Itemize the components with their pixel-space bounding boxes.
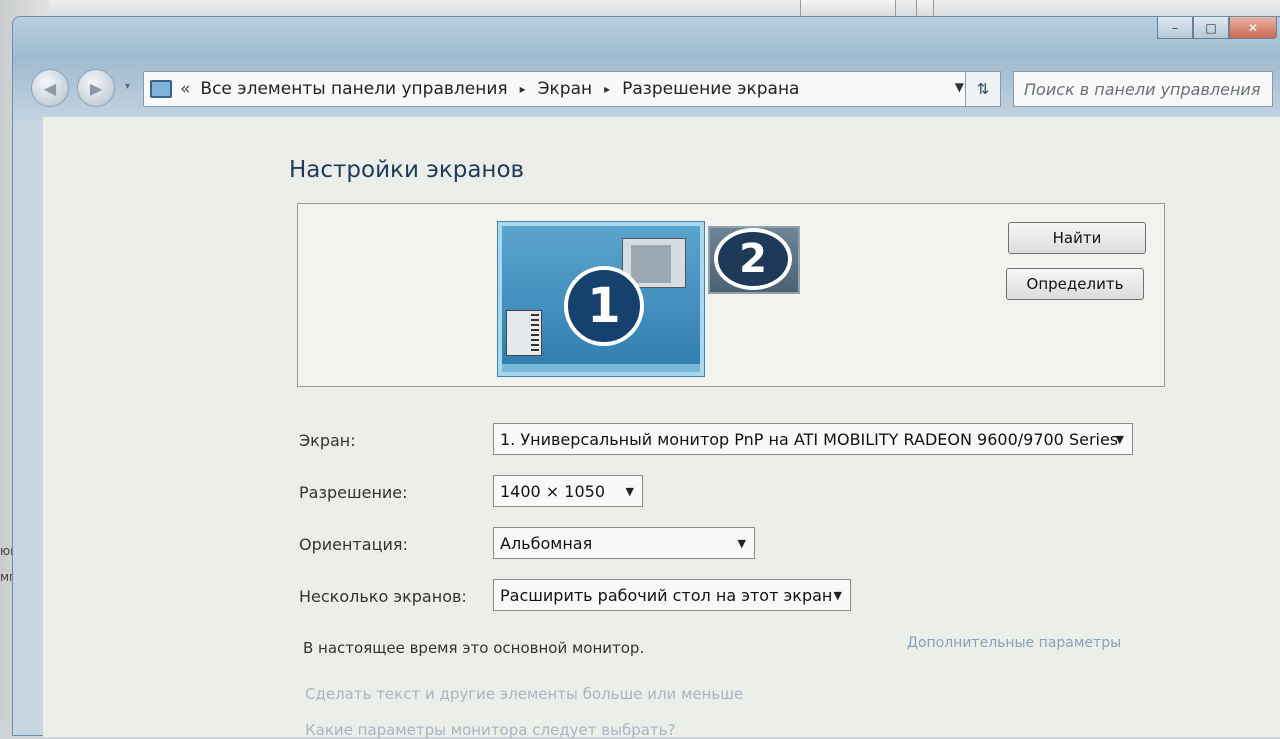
monitor-2[interactable]: 2	[708, 226, 800, 294]
taskbar-thumbnail	[502, 364, 700, 372]
advanced-settings-link[interactable]: Дополнительные параметры	[907, 635, 1121, 651]
close-button[interactable]: ✕	[1229, 17, 1277, 39]
forward-arrow-icon: ▶	[89, 78, 103, 98]
breadcrumb-separator-icon[interactable]: ▸	[604, 82, 610, 96]
minimize-button[interactable]: –	[1157, 17, 1193, 39]
back-arrow-icon: ◀	[43, 78, 57, 98]
address-bar[interactable]: « Все элементы панели управления ▸ Экран…	[143, 71, 971, 107]
screen-select[interactable]: 1. Универсальный монитор PnP на ATI MOBI…	[493, 423, 1133, 455]
back-button[interactable]: ◀	[31, 69, 69, 107]
page-title: Настройки экранов	[289, 157, 525, 183]
recent-pages-dropdown-icon[interactable]: ▾	[125, 81, 130, 92]
dropdown-arrow-icon: ▼	[737, 537, 746, 550]
monitor-number-1: 1	[564, 266, 644, 346]
address-dropdown-icon[interactable]: ▼	[955, 80, 964, 94]
orientation-label: Ориентация:	[299, 535, 408, 554]
chevrons-icon[interactable]: «	[180, 79, 190, 99]
resolution-select-value: 1400 × 1050	[500, 481, 606, 501]
orientation-select[interactable]: Альбомная ▼	[493, 527, 755, 559]
multiple-displays-select-value: Расширить рабочий стол на этот экран	[500, 585, 833, 605]
dropdown-arrow-icon: ▼	[833, 589, 842, 602]
maximize-button[interactable]: □	[1193, 17, 1229, 39]
orientation-select-value: Альбомная	[500, 533, 593, 553]
refresh-icon: ⇅	[976, 80, 990, 98]
screen-label: Экран:	[299, 431, 356, 450]
sidebar-thumbnail	[506, 310, 542, 356]
text-size-link[interactable]: Сделать текст и другие элементы больше и…	[305, 685, 743, 703]
control-panel-window: – □ ✕ ◀ ▶ ▾ « Все элементы панели управл…	[12, 16, 1280, 739]
breadcrumb-all-items[interactable]: Все элементы панели управления	[200, 79, 507, 99]
screen-select-value: 1. Универсальный монитор PnP на ATI MOBI…	[500, 429, 1119, 449]
identify-button[interactable]: Определить	[1006, 268, 1144, 300]
monitor-number-2: 2	[714, 228, 792, 290]
breadcrumb-screen-resolution[interactable]: Разрешение экрана	[622, 79, 799, 99]
monitor-arrangement-area: 1 2 Найти Определить	[297, 203, 1165, 387]
navigation-bar: ◀ ▶ ▾ « Все элементы панели управления ▸…	[13, 67, 1280, 111]
resolution-select[interactable]: 1400 × 1050 ▼	[493, 475, 643, 507]
primary-monitor-status: В настоящее время это основной монитор.	[303, 639, 645, 657]
monitor-icon	[150, 80, 172, 98]
breadcrumb-display[interactable]: Экран	[538, 79, 592, 99]
caption-buttons: – □ ✕	[1157, 17, 1277, 39]
forward-button[interactable]: ▶	[77, 69, 115, 107]
monitor-1[interactable]: 1	[498, 222, 704, 376]
multiple-displays-label: Несколько экранов:	[299, 587, 467, 606]
search-placeholder: Поиск в панели управления	[1024, 79, 1261, 99]
find-button[interactable]: Найти	[1008, 222, 1146, 254]
content-pane: Настройки экранов 1 2 Найти Определить Э…	[43, 117, 1280, 739]
dropdown-arrow-icon: ▼	[1115, 433, 1124, 446]
breadcrumb-separator-icon[interactable]: ▸	[520, 82, 526, 96]
search-input[interactable]: Поиск в панели управления	[1013, 71, 1273, 107]
monitor-settings-help-link[interactable]: Какие параметры монитора следует выбрать…	[305, 721, 675, 739]
dropdown-arrow-icon: ▼	[625, 485, 634, 498]
multiple-displays-select[interactable]: Расширить рабочий стол на этот экран ▼	[493, 579, 851, 611]
refresh-button[interactable]: ⇅	[965, 71, 1001, 107]
resolution-label: Разрешение:	[299, 483, 408, 502]
